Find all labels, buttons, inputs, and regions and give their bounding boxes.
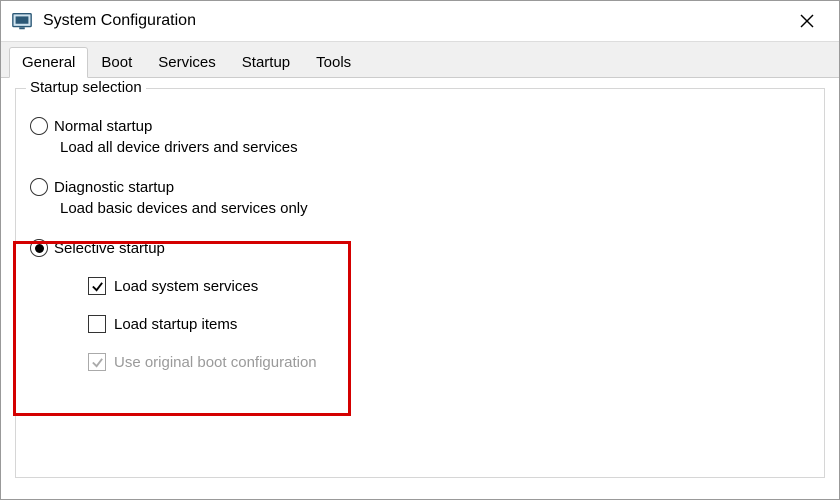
load-system-services-option[interactable]: Load system services: [88, 277, 810, 295]
load-startup-items-label: Load startup items: [114, 316, 237, 333]
selective-startup-option[interactable]: Selective startup: [30, 239, 810, 257]
radio-diagnostic[interactable]: [30, 178, 48, 196]
tab-services[interactable]: Services: [145, 47, 229, 78]
system-configuration-window: System Configuration General Boot Servic…: [0, 0, 840, 500]
startup-selection-groupbox: Startup selection Normal startup Load al…: [15, 88, 825, 478]
diagnostic-startup-desc: Load basic devices and services only: [60, 200, 810, 217]
radio-normal[interactable]: [30, 117, 48, 135]
groupbox-title: Startup selection: [26, 79, 146, 96]
tab-tools[interactable]: Tools: [303, 47, 364, 78]
checkmark-icon: [91, 356, 104, 369]
use-original-boot-label: Use original boot configuration: [114, 354, 317, 371]
checkbox-load-services[interactable]: [88, 277, 106, 295]
tab-boot[interactable]: Boot: [88, 47, 145, 78]
checkmark-icon: [91, 280, 104, 293]
normal-startup-desc: Load all device drivers and services: [60, 139, 810, 156]
window-title: System Configuration: [43, 12, 785, 30]
tabstrip: General Boot Services Startup Tools: [1, 41, 839, 78]
diagnostic-startup-label: Diagnostic startup: [54, 179, 174, 196]
tab-general[interactable]: General: [9, 47, 88, 78]
selective-startup-label: Selective startup: [54, 240, 165, 257]
load-startup-items-option[interactable]: Load startup items: [88, 315, 810, 333]
radio-selective[interactable]: [30, 239, 48, 257]
checkbox-load-startup-items[interactable]: [88, 315, 106, 333]
app-icon: [11, 10, 33, 32]
tab-startup[interactable]: Startup: [229, 47, 303, 78]
close-icon: [800, 14, 814, 28]
normal-startup-label: Normal startup: [54, 118, 152, 135]
normal-startup-option[interactable]: Normal startup: [30, 117, 810, 135]
close-button[interactable]: [785, 6, 829, 36]
diagnostic-startup-option[interactable]: Diagnostic startup: [30, 178, 810, 196]
titlebar: System Configuration: [1, 1, 839, 41]
content-panel: Startup selection Normal startup Load al…: [1, 78, 839, 499]
use-original-boot-option: Use original boot configuration: [88, 353, 810, 371]
load-system-services-label: Load system services: [114, 278, 258, 295]
checkbox-original-boot: [88, 353, 106, 371]
